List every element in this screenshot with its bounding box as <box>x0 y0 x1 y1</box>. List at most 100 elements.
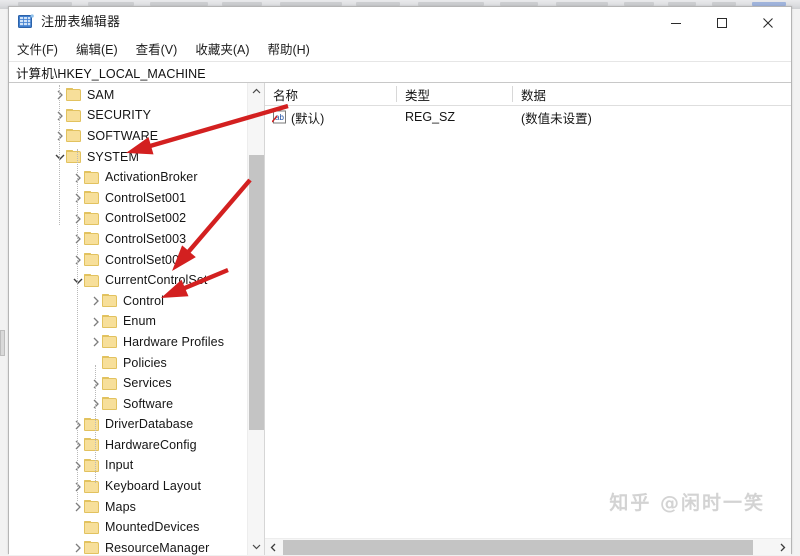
tree-item-security[interactable]: SECURITY <box>9 106 245 127</box>
tree-item-label: Keyboard Layout <box>105 479 201 494</box>
tree-item-currentcontrolset[interactable]: CurrentControlSet <box>9 270 245 291</box>
value-name-cell: (默认) <box>283 106 396 128</box>
minimize-button[interactable] <box>653 7 699 38</box>
table-row[interactable]: ab (默认) REG_SZ (数值未设置) <box>265 106 791 128</box>
tree-item-driverdatabase[interactable]: DriverDatabase <box>9 415 245 436</box>
tree-scrollbar-thumb[interactable] <box>249 155 264 430</box>
folder-icon <box>66 109 82 123</box>
tree-item-software[interactable]: SOFTWARE <box>9 126 245 147</box>
address-bar[interactable]: 计算机\HKEY_LOCAL_MACHINE <box>9 61 791 83</box>
registry-values-pane[interactable]: 名称 类型 数据 ab (默认) REG_SZ <box>265 83 791 555</box>
tree-vertical-scrollbar[interactable] <box>247 83 264 555</box>
folder-icon <box>84 500 100 514</box>
menu-edit[interactable]: 编辑(E) <box>76 43 118 57</box>
tree-item-label: Policies <box>123 356 167 371</box>
folder-icon <box>84 253 100 267</box>
tree-item-controlset003[interactable]: ControlSet003 <box>9 229 245 250</box>
window-controls <box>653 7 791 38</box>
folder-icon <box>102 294 118 308</box>
folder-icon <box>84 480 100 494</box>
menu-view[interactable]: 查看(V) <box>136 43 178 57</box>
tree-item-label: ActivationBroker <box>105 170 198 185</box>
tree-item-system[interactable]: SYSTEM <box>9 147 245 168</box>
menu-favorites[interactable]: 收藏夹(A) <box>195 43 249 57</box>
chevron-right-icon[interactable] <box>71 542 84 555</box>
menu-help[interactable]: 帮助(H) <box>267 43 309 57</box>
folder-icon <box>84 212 100 226</box>
tree-item-label: ControlSet003 <box>105 232 186 247</box>
chevron-right-icon[interactable] <box>71 501 84 514</box>
tree-item-label: Control <box>123 294 164 309</box>
tree-guide-line-1 <box>77 149 78 501</box>
tree-item-mounteddevices[interactable]: MountedDevices <box>9 517 245 538</box>
close-button[interactable] <box>745 7 791 38</box>
tree-item-label: Software <box>123 397 173 412</box>
scroll-down-icon[interactable] <box>248 538 265 555</box>
tree-item-hardwareconfig[interactable]: HardwareConfig <box>9 435 245 456</box>
column-header-data[interactable]: 数据 <box>513 83 753 105</box>
tree-guide-line-2 <box>95 365 96 483</box>
tree-item-maps[interactable]: Maps <box>9 497 245 518</box>
tree-item-controlset002[interactable]: ControlSet002 <box>9 209 245 230</box>
folder-icon <box>66 129 82 143</box>
folder-icon <box>84 541 100 555</box>
tree-item-input[interactable]: Input <box>9 456 245 477</box>
tree-item-label: ControlSet00 <box>105 253 179 268</box>
tree-item-resourcemanager[interactable]: ResourceManager <box>9 538 245 555</box>
folder-icon <box>66 88 82 102</box>
folder-icon <box>66 150 82 164</box>
chevron-right-icon[interactable] <box>89 336 102 349</box>
tree-item-activationbroker[interactable]: ActivationBroker <box>9 167 245 188</box>
values-horizontal-scrollbar[interactable] <box>265 538 791 555</box>
scroll-left-icon[interactable] <box>265 539 282 555</box>
folder-icon <box>84 438 100 452</box>
tree-item-keyboard-layout[interactable]: Keyboard Layout <box>9 476 245 497</box>
values-column-header: 名称 类型 数据 <box>265 83 791 106</box>
tree-item-control[interactable]: Control <box>9 291 245 312</box>
watermark-text: 知乎 @闲时一笑 <box>609 488 765 515</box>
registry-editor-icon <box>18 14 34 30</box>
tree-item-label: Maps <box>105 500 136 515</box>
tree-item-controlset00[interactable]: ControlSet00 <box>9 250 245 271</box>
chevron-right-icon[interactable] <box>89 295 102 308</box>
title-bar: 注册表编辑器 <box>9 7 791 39</box>
tree-item-label: ResourceManager <box>105 541 209 555</box>
value-data-cell: (数值未设置) <box>513 106 753 128</box>
tree-item-label: Input <box>105 458 133 473</box>
folder-icon <box>84 191 100 205</box>
tree-item-label: CurrentControlSet <box>105 273 207 288</box>
tree-item-label: MountedDevices <box>105 520 200 535</box>
menu-file[interactable]: 文件(F) <box>17 43 58 57</box>
folder-icon <box>84 418 100 432</box>
tree-item-sam[interactable]: SAM <box>9 85 245 106</box>
folder-icon <box>84 171 100 185</box>
folder-icon <box>102 315 118 329</box>
column-header-name[interactable]: 名称 <box>265 83 396 105</box>
folder-icon <box>84 521 100 535</box>
column-header-type[interactable]: 类型 <box>397 83 512 105</box>
maximize-button[interactable] <box>699 7 745 38</box>
content-area: SAM SECURITY SOFTWARE SYSTEM ActivationBroke… <box>9 83 791 555</box>
chevron-right-icon[interactable] <box>89 315 102 328</box>
tree-item-label: SAM <box>87 88 114 103</box>
tree-item-services[interactable]: Services <box>9 373 245 394</box>
tree-item-label: Enum <box>123 314 156 329</box>
window-edge-notch <box>0 330 5 356</box>
tree-item-label: Services <box>123 376 172 391</box>
registry-tree-pane[interactable]: SAM SECURITY SOFTWARE SYSTEM ActivationBroke… <box>9 83 265 555</box>
tree-item-controlset001[interactable]: ControlSet001 <box>9 188 245 209</box>
scroll-right-icon[interactable] <box>774 539 791 555</box>
folder-icon <box>102 356 118 370</box>
tree-item-enum[interactable]: Enum <box>9 312 245 333</box>
registry-editor-screen: 注册表编辑器 文件(F) 编辑(E) 查看(V) 收藏夹(A) 帮助(H) <box>0 0 800 556</box>
tree-item-software[interactable]: Software <box>9 394 245 415</box>
value-type-cell: REG_SZ <box>397 106 512 128</box>
folder-icon <box>102 397 118 411</box>
tree-item-label: SOFTWARE <box>87 129 158 144</box>
tree-item-hardware-profiles[interactable]: Hardware Profiles <box>9 332 245 353</box>
scroll-up-icon[interactable] <box>248 83 265 100</box>
tree-leaf-spacer <box>71 521 84 534</box>
folder-icon <box>84 459 100 473</box>
horizontal-scrollbar-thumb[interactable] <box>283 540 753 555</box>
tree-item-policies[interactable]: Policies <box>9 353 245 374</box>
